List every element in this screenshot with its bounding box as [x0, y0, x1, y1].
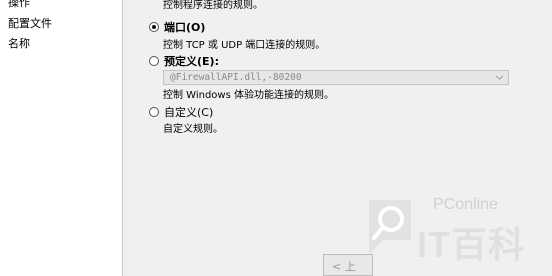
port-rule-description: 控制 TCP 或 UDP 端口连接的规则。	[163, 40, 326, 51]
predefined-rule-description: 控制 Windows 体验功能连接的规则。	[163, 90, 334, 101]
sidebar-item-profile[interactable]: 配置文件	[8, 15, 52, 31]
radio-predefined-row[interactable]: 预定义(E):	[149, 54, 219, 68]
pconline-logo-icon	[369, 200, 411, 254]
sidebar-item-operation[interactable]: 操作	[8, 0, 30, 10]
custom-rule-description: 自定义规则。	[163, 124, 223, 135]
watermark-brand: PConline	[433, 196, 498, 213]
radio-port-label[interactable]: 端口(O)	[164, 19, 205, 35]
sidebar-item-name[interactable]: 名称	[8, 35, 30, 51]
radio-port[interactable]	[149, 22, 159, 32]
chevron-down-icon	[495, 75, 504, 80]
predefined-dropdown-value: @FirewallAPI.dll,-80200	[170, 72, 302, 83]
pconline-watermark: PConline IT百科	[351, 186, 551, 272]
sidebar-steps: 操作 配置文件 名称	[0, 0, 123, 276]
predefined-dropdown[interactable]: @FirewallAPI.dll,-80200	[163, 70, 509, 85]
radio-custom[interactable]	[149, 107, 159, 117]
radio-predefined-label[interactable]: 预定义(E):	[164, 53, 219, 69]
radio-port-row[interactable]: 端口(O)	[149, 20, 205, 34]
program-rule-description: 控制程序连接的规则。	[163, 0, 263, 11]
radio-predefined[interactable]	[149, 56, 159, 66]
watermark-logo-text: IT百科	[417, 224, 525, 265]
radio-custom-row[interactable]: 自定义(C)	[149, 105, 213, 119]
radio-custom-label[interactable]: 自定义(C)	[164, 104, 213, 120]
